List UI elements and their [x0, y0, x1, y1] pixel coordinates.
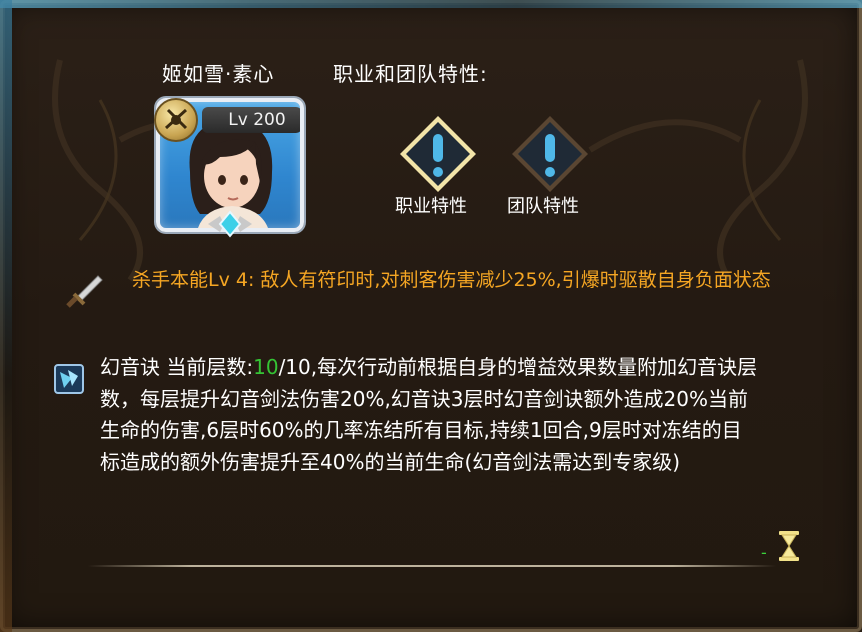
- class-trait-icon[interactable]: [398, 114, 478, 194]
- class-trait-label: 职业特性: [395, 196, 467, 217]
- level-badge: Lv 200: [202, 107, 300, 133]
- traits-title: 职业和团队特性:: [333, 62, 488, 86]
- hero-name: 姬如雪·素心: [162, 62, 275, 86]
- buff-skill-prefix: 幻音诀 当前层数:: [100, 355, 254, 379]
- crossed-blades-emblem-icon: [154, 98, 198, 142]
- divider: [88, 565, 776, 567]
- hero-portrait[interactable]: Lv 200: [154, 98, 306, 238]
- timer-dash: -: [761, 543, 767, 562]
- buff-current-stacks: 10: [253, 355, 279, 379]
- background-edge: [0, 0, 12, 632]
- sword-icon: [66, 275, 103, 308]
- tooltip-panel: [0, 0, 862, 632]
- diamond-gem-icon: [208, 210, 252, 238]
- buff-icon: [54, 364, 84, 394]
- hourglass-icon: [779, 531, 799, 561]
- team-trait-label: 团队特性: [507, 196, 579, 217]
- passive-skill-text: 杀手本能Lv 4: 敌人有符印时,对刺客伤害减少25%,引爆时驱散自身负面状态: [132, 269, 771, 291]
- background-strip: [0, 0, 862, 8]
- team-trait-icon[interactable]: [510, 114, 590, 194]
- buff-skill-text: 幻音诀 当前层数:10/10,每次行动前根据自身的增益效果数量附加幻音诀层数，每…: [100, 352, 760, 478]
